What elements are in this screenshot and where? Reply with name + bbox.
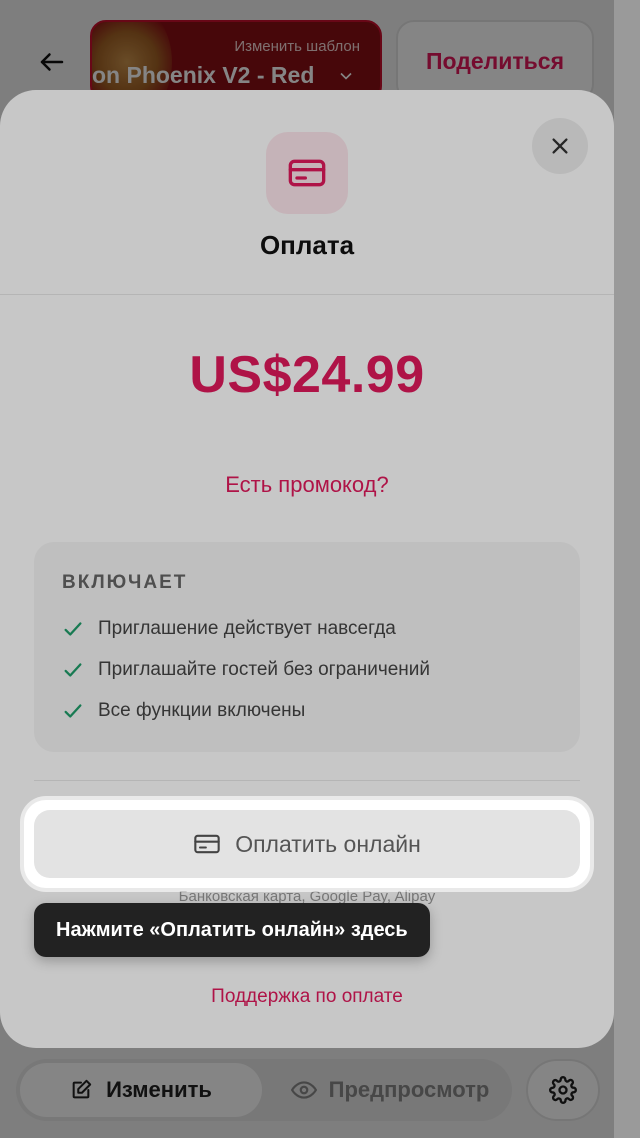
scrollbar[interactable] xyxy=(614,0,640,1138)
pay-online-label: Оплатить онлайн xyxy=(235,830,421,857)
editor-page: Изменить шаблон on Phoenix V2 - Red Поде… xyxy=(0,0,614,1138)
credit-card-icon xyxy=(194,834,220,854)
pay-online-button[interactable]: Оплатить онлайн xyxy=(34,810,580,878)
tour-overlay xyxy=(0,0,614,1138)
tour-tooltip: Нажмите «Оплатить онлайн» здесь xyxy=(34,903,430,957)
